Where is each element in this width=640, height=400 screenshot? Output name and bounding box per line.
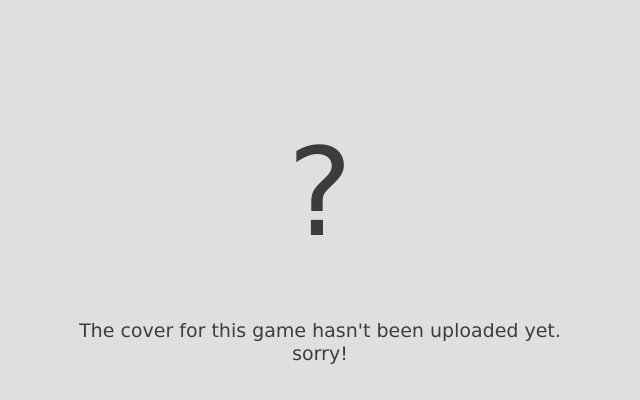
missing-cover-screen: ? The cover for this game hasn't been up…: [0, 0, 640, 400]
question-mark-icon: ?: [287, 122, 353, 264]
missing-cover-message-line: The cover for this game hasn't been uplo…: [79, 320, 561, 342]
missing-cover-message: The cover for this game hasn't been uplo…: [0, 320, 640, 366]
apology-text: sorry!: [292, 343, 348, 365]
